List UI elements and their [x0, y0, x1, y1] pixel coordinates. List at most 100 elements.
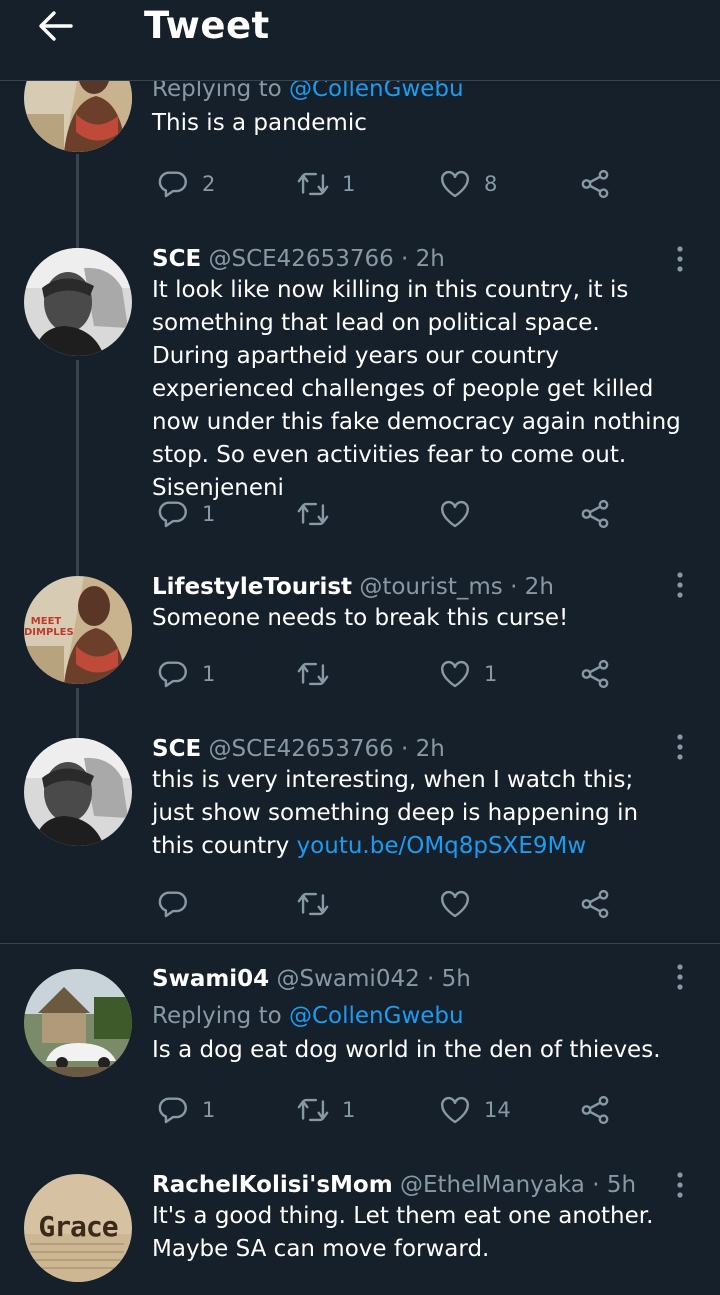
- thread-line: [76, 566, 79, 576]
- reply-button[interactable]: 1: [156, 496, 215, 532]
- tweet-actions: [152, 886, 632, 922]
- tweet-header: Swami04 @Swami042 · 5h: [152, 964, 682, 994]
- reply-icon: [156, 657, 190, 691]
- share-button[interactable]: [578, 656, 612, 692]
- thread-line: [76, 154, 79, 240]
- reply-button[interactable]: [156, 886, 190, 922]
- heart-icon: [438, 887, 472, 921]
- retweet-icon: [296, 1093, 330, 1127]
- tweet-actions: 1 1: [152, 656, 632, 692]
- like-count: 8: [484, 172, 498, 196]
- reply-icon: [156, 497, 190, 531]
- thread-line: [76, 688, 79, 728]
- tweet-header: SCE @SCE42653766 · 2h: [152, 244, 682, 274]
- share-button[interactable]: [578, 886, 612, 922]
- tweet[interactable]: MEET DIMPLES LifestyleTourist @tourist_m…: [0, 566, 720, 728]
- reply-button[interactable]: 1: [156, 656, 215, 692]
- thread-line: [76, 728, 79, 738]
- tweet-header: LifestyleTourist @tourist_ms · 2h: [152, 572, 682, 602]
- retweet-icon: [296, 657, 330, 691]
- timestamp: · 2h: [510, 574, 554, 600]
- timestamp: · 2h: [401, 736, 445, 762]
- user-handle[interactable]: @tourist_ms: [359, 574, 502, 600]
- share-button[interactable]: [578, 166, 612, 202]
- display-name[interactable]: Swami04: [152, 966, 269, 992]
- heart-icon: [438, 167, 472, 201]
- tweet-text: This is a pandemic: [152, 110, 367, 136]
- tweet-text: It's a good thing. Let them eat one anot…: [152, 1203, 654, 1262]
- tweet[interactable]: SCE @SCE42653766 · 2h this is very inter…: [0, 728, 720, 942]
- retweet-button[interactable]: [296, 496, 330, 532]
- tweet-text: Someone needs to break this curse!: [152, 605, 569, 631]
- mention-link[interactable]: @CollenGwebu: [289, 1003, 464, 1029]
- more-options-icon[interactable]: [670, 732, 690, 762]
- display-name[interactable]: SCE: [152, 246, 201, 272]
- reply-button[interactable]: 1: [156, 1092, 215, 1128]
- retweet-icon: [296, 887, 330, 921]
- avatar[interactable]: Grace: [24, 1174, 132, 1282]
- retweet-count: 1: [342, 172, 356, 196]
- tweet-text: Is a dog eat dog world in the den of thi…: [152, 1037, 661, 1063]
- tweet[interactable]: SCE @SCE42653766 · 2h It look like now k…: [0, 240, 720, 566]
- tweet[interactable]: Grace RachelKolisi'sMom @EthelManyaka · …: [0, 1166, 720, 1295]
- user-handle[interactable]: @EthelManyaka: [400, 1172, 585, 1198]
- display-name[interactable]: SCE: [152, 736, 201, 762]
- like-button[interactable]: 8: [438, 166, 497, 202]
- heart-icon: [438, 497, 472, 531]
- reply-count: 1: [202, 1098, 216, 1122]
- like-button[interactable]: [438, 496, 472, 532]
- reply-button[interactable]: 2: [156, 166, 215, 202]
- avatar-caption: MEET DIMPLES: [24, 616, 74, 638]
- more-options-icon[interactable]: [670, 570, 690, 600]
- heart-icon: [438, 1093, 472, 1127]
- share-icon: [578, 497, 612, 531]
- share-icon: [578, 1093, 612, 1127]
- tweet-link[interactable]: youtu.be/OMq8pSXE9Mw: [297, 833, 587, 859]
- user-handle[interactable]: @Swami042: [277, 966, 420, 992]
- display-name[interactable]: LifestyleTourist: [152, 574, 352, 600]
- replying-to: Replying to @CollenGwebu: [152, 1001, 682, 1031]
- reply-icon: [156, 167, 190, 201]
- retweet-button[interactable]: [296, 886, 330, 922]
- timestamp: · 2h: [401, 246, 445, 272]
- avatar[interactable]: [24, 738, 132, 846]
- reply-count: 2: [202, 172, 216, 196]
- more-options-icon[interactable]: [670, 962, 690, 992]
- tweet[interactable]: Swami04 @Swami042 · 5h Replying to @Coll…: [0, 944, 720, 1166]
- retweet-count: 1: [342, 1098, 356, 1122]
- more-options-icon[interactable]: [670, 244, 690, 274]
- avatar-caption: Grace: [38, 1210, 118, 1243]
- tweet-text: this is very interesting, when I watch t…: [152, 764, 682, 863]
- top-bar: Tweet: [0, 0, 720, 81]
- tweet-actions: 1 1 14: [152, 1092, 632, 1128]
- replying-label: Replying to: [152, 1003, 282, 1029]
- avatar[interactable]: MEET DIMPLES: [24, 576, 132, 684]
- tweet-text: It look like now killing in this country…: [152, 277, 681, 501]
- share-icon: [578, 167, 612, 201]
- avatar[interactable]: [24, 248, 132, 356]
- retweet-button[interactable]: 1: [296, 1092, 355, 1128]
- retweet-icon: [296, 497, 330, 531]
- reply-count: 1: [202, 502, 216, 526]
- tweet-actions: 2 1 8: [152, 166, 632, 202]
- user-handle[interactable]: @SCE42653766: [208, 736, 393, 762]
- like-button[interactable]: 14: [438, 1092, 511, 1128]
- share-button[interactable]: [578, 496, 612, 532]
- like-button[interactable]: 1: [438, 656, 497, 692]
- more-options-icon[interactable]: [670, 1170, 690, 1200]
- retweet-button[interactable]: 1: [296, 166, 355, 202]
- tweet-header: RachelKolisi'sMom @EthelManyaka · 5h: [152, 1170, 682, 1200]
- like-count: 14: [484, 1098, 511, 1122]
- tweet-actions: 1: [152, 496, 632, 532]
- tweet-header: SCE @SCE42653766 · 2h: [152, 734, 682, 764]
- user-handle[interactable]: @SCE42653766: [208, 246, 393, 272]
- display-name[interactable]: RachelKolisi'sMom: [152, 1172, 393, 1198]
- share-button[interactable]: [578, 1092, 612, 1128]
- retweet-icon: [296, 167, 330, 201]
- back-arrow-icon[interactable]: [38, 10, 74, 42]
- share-icon: [578, 887, 612, 921]
- retweet-button[interactable]: [296, 656, 330, 692]
- page-title: Tweet: [144, 4, 270, 47]
- like-button[interactable]: [438, 886, 472, 922]
- avatar[interactable]: [24, 969, 132, 1077]
